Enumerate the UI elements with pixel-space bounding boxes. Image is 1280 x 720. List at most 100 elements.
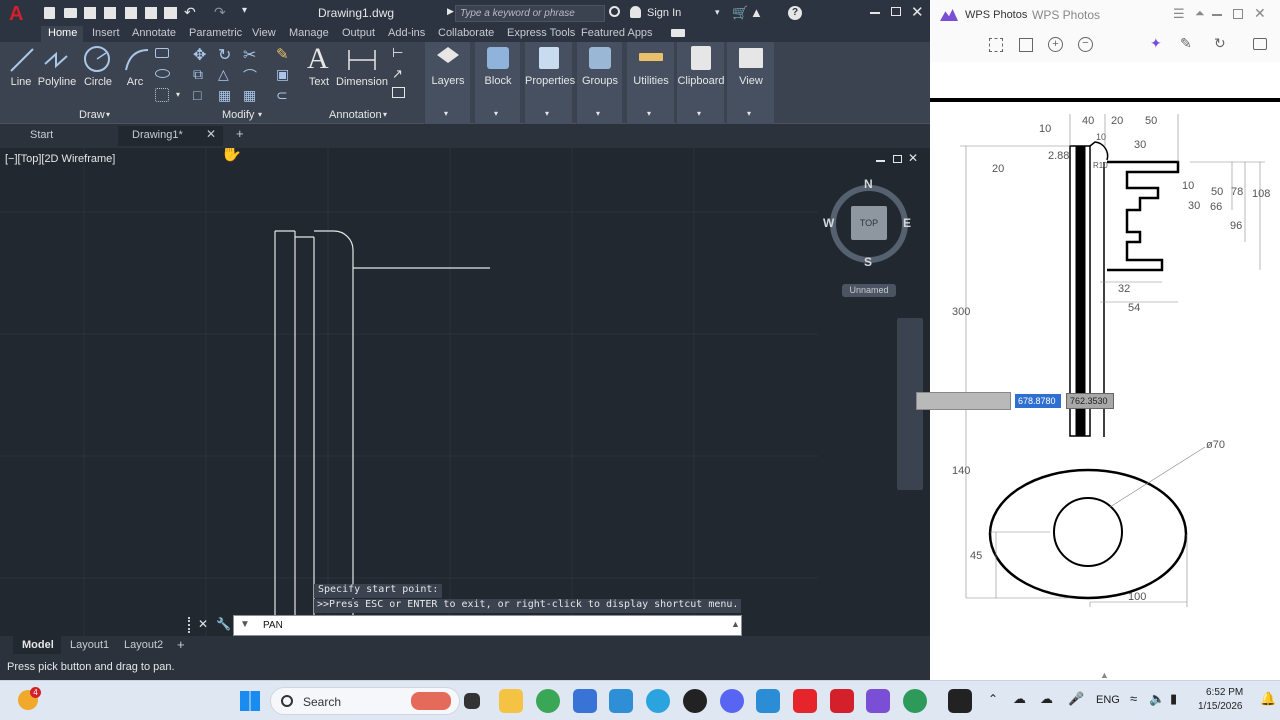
- rotate-icon[interactable]: ↻: [1214, 35, 1226, 52]
- properties-button[interactable]: Properties ▾: [524, 42, 575, 124]
- arc-tool-label[interactable]: Arc: [122, 76, 148, 88]
- command-expand-icon[interactable]: ▲: [731, 619, 740, 629]
- arc-tool-icon[interactable]: [122, 46, 150, 74]
- maximize-icon[interactable]: [891, 7, 901, 16]
- tab-home[interactable]: Home: [48, 27, 77, 39]
- notepad-icon[interactable]: [756, 689, 780, 713]
- tab-annotate[interactable]: Annotate: [132, 27, 176, 39]
- minimize-icon[interactable]: [870, 12, 880, 14]
- trim-tool-icon[interactable]: ✂: [243, 45, 256, 65]
- help-icon[interactable]: ?: [788, 6, 802, 20]
- autocad-logo-icon[interactable]: A: [9, 3, 23, 26]
- modify-panel-dropdown-icon[interactable]: ▾: [258, 110, 262, 119]
- add-layout-icon[interactable]: +: [177, 637, 185, 652]
- polyline-tool-label[interactable]: Polyline: [36, 76, 78, 88]
- tab-drawing1[interactable]: Drawing1*: [132, 129, 183, 141]
- tab-featured-apps[interactable]: Featured Apps: [581, 27, 653, 39]
- discord-icon[interactable]: [720, 689, 744, 713]
- search-icon[interactable]: [609, 6, 620, 17]
- hatch-tool-icon[interactable]: [155, 88, 169, 102]
- utilities-button[interactable]: Utilities ▾: [626, 42, 674, 124]
- wps-tab-label[interactable]: WPS Photos: [1032, 8, 1100, 22]
- tab-layout1[interactable]: Layout1: [70, 639, 109, 651]
- ucs-menu[interactable]: Unnamed: [842, 284, 896, 297]
- move-tool-icon[interactable]: ✥: [193, 45, 206, 65]
- mail-app-icon[interactable]: [948, 689, 972, 713]
- command-input[interactable]: ▼ PAN ▲: [233, 615, 742, 636]
- draw-panel-label[interactable]: Draw: [79, 109, 105, 121]
- view-button[interactable]: View ▾: [726, 42, 774, 124]
- command-customize-icon[interactable]: 🔧: [216, 617, 231, 631]
- viewport-restore-icon[interactable]: [893, 155, 902, 163]
- tray-cloud-icon[interactable]: ☁: [1040, 691, 1053, 707]
- modify-panel-label[interactable]: Modify: [222, 109, 254, 121]
- leader-icon[interactable]: ↗: [392, 66, 403, 82]
- new-file-icon[interactable]: [44, 7, 55, 19]
- table-icon[interactable]: [392, 87, 405, 98]
- user-icon[interactable]: [630, 6, 641, 18]
- store-icon[interactable]: [573, 689, 597, 713]
- command-line-grip[interactable]: [188, 617, 194, 633]
- rectangle-tool-icon[interactable]: [155, 48, 169, 58]
- sign-in-dropdown-icon[interactable]: ▾: [715, 7, 720, 18]
- erase-tool-icon[interactable]: ✎: [276, 45, 289, 63]
- tab-collaborate[interactable]: Collaborate: [438, 27, 494, 39]
- save-as-icon[interactable]: [104, 7, 116, 19]
- sign-in-link[interactable]: Sign In: [647, 7, 681, 19]
- tab-layout2[interactable]: Layout2: [124, 639, 163, 651]
- dimension-tool-label[interactable]: Dimension: [336, 76, 388, 88]
- tray-onedrive-icon[interactable]: ☁: [1013, 691, 1026, 707]
- tab-manage[interactable]: Manage: [289, 27, 329, 39]
- tab-parametric[interactable]: Parametric: [189, 27, 242, 39]
- telegram-icon[interactable]: [646, 689, 670, 713]
- chrome-icon[interactable]: [536, 689, 560, 713]
- viewport-controls-label[interactable]: [−][Top][2D Wireframe]: [5, 153, 115, 165]
- viewcube-east[interactable]: E: [903, 216, 911, 230]
- language-indicator[interactable]: ENG: [1096, 694, 1120, 706]
- command-recent-icon[interactable]: ▼: [240, 619, 250, 630]
- clock-date[interactable]: 1/15/2026: [1198, 701, 1243, 712]
- viewcube-north[interactable]: N: [864, 177, 873, 191]
- annotation-panel-label[interactable]: Annotation: [329, 109, 382, 121]
- tab-express-tools[interactable]: Express Tools: [507, 27, 575, 39]
- circle-tool-label[interactable]: Circle: [82, 76, 114, 88]
- wps-scroll-up-icon[interactable]: ▲: [1100, 670, 1109, 680]
- block-button[interactable]: Block ▾: [474, 42, 520, 124]
- clipboard-button[interactable]: Clipboard ▾: [676, 42, 725, 124]
- drawing-viewport[interactable]: [−][Top][2D Wireframe] ✋ ✕ TOP N S W E U…: [0, 148, 930, 636]
- youtube-icon[interactable]: [793, 689, 817, 713]
- tab-addins[interactable]: Add-ins: [388, 27, 425, 39]
- search-expand-icon[interactable]: ▶: [447, 6, 454, 17]
- start-button-icon[interactable]: [240, 691, 260, 711]
- scale-tool-icon[interactable]: ▦: [218, 87, 231, 104]
- wps-close-icon[interactable]: ✕: [1254, 5, 1266, 22]
- wps-menu-icon[interactable]: ☰: [1173, 6, 1185, 22]
- save-icon[interactable]: [84, 7, 96, 19]
- customize-qa-icon[interactable]: ▾: [242, 5, 247, 16]
- cart-icon[interactable]: 🛒: [732, 5, 748, 21]
- array-tool-icon[interactable]: ▦: [243, 87, 256, 104]
- edit-icon[interactable]: ✎: [1180, 35, 1192, 52]
- autocad-taskbar-icon[interactable]: [830, 689, 854, 713]
- viewport-minimize-icon[interactable]: [876, 160, 885, 162]
- plot-icon[interactable]: [164, 7, 177, 19]
- tab-start[interactable]: Start: [30, 129, 53, 141]
- line-tool-icon[interactable]: [8, 46, 36, 74]
- linear-dim-icon[interactable]: ⊢: [392, 45, 403, 61]
- wps-pin-icon[interactable]: ⏶: [1195, 6, 1205, 21]
- ellipse-tool-icon[interactable]: [155, 69, 170, 78]
- text-tool-label[interactable]: Text: [304, 76, 334, 88]
- viewcube-west[interactable]: W: [823, 216, 834, 230]
- layers-button[interactable]: Layers ▾: [424, 42, 470, 124]
- wifi-icon[interactable]: ≈: [1130, 691, 1137, 706]
- photos-app-icon[interactable]: [609, 689, 633, 713]
- recording-app-icon[interactable]: [903, 689, 927, 713]
- notifications-icon[interactable]: 🔔: [1260, 691, 1276, 707]
- a360-icon[interactable]: ▲: [750, 5, 763, 20]
- wps-minimize-icon[interactable]: [1212, 14, 1222, 16]
- wps-taskbar-icon[interactable]: [866, 689, 890, 713]
- chatgpt-icon[interactable]: [683, 689, 707, 713]
- new-tab-icon[interactable]: +: [236, 126, 244, 141]
- explode-tool-icon[interactable]: ▣: [276, 66, 289, 83]
- groups-button[interactable]: Groups ▾: [576, 42, 622, 124]
